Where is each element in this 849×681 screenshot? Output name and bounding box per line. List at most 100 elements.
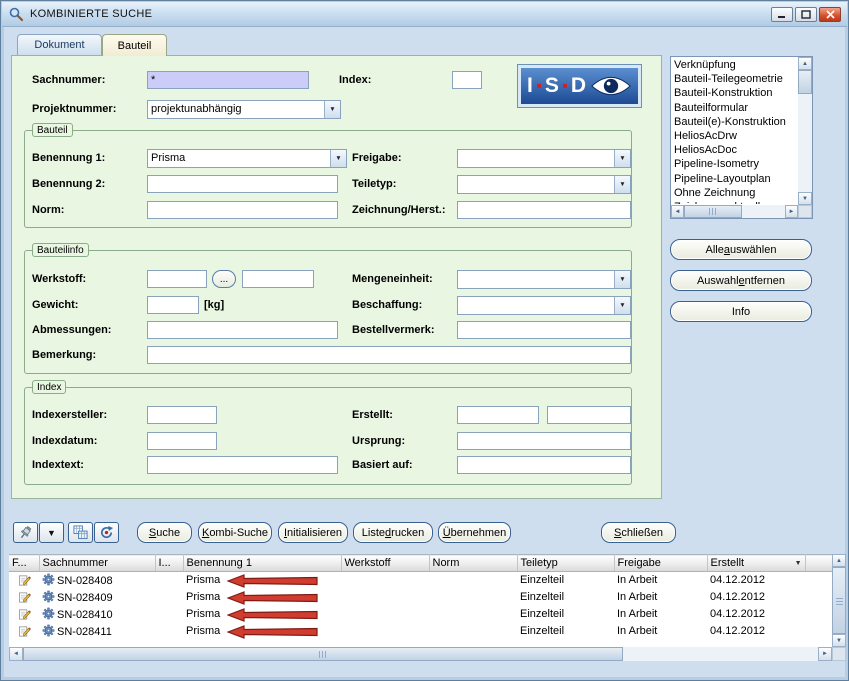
- indextext-input[interactable]: [147, 456, 338, 474]
- werkstoff-browse-button[interactable]: ...: [212, 270, 236, 288]
- table-row[interactable]: SN-028411 Prisma Einzelteil In Arbeit 04…: [9, 623, 832, 640]
- col-norm[interactable]: Norm: [429, 555, 517, 572]
- list-item[interactable]: Bauteil(e)-Konstruktion: [672, 115, 797, 129]
- close-button[interactable]: [819, 7, 841, 22]
- basiert-auf-input[interactable]: [457, 456, 631, 474]
- thumb-grip: [836, 596, 843, 605]
- beschaffung-combobox[interactable]: ▼: [457, 296, 631, 315]
- cell-filler: [805, 606, 832, 623]
- scroll-left-button[interactable]: ◄: [671, 205, 684, 218]
- chevron-down-icon[interactable]: ▼: [324, 101, 340, 118]
- col-werkstoff[interactable]: Werkstoff: [341, 555, 429, 572]
- cell-erstellt: 04.12.2012: [707, 623, 805, 640]
- hscroll-thumb[interactable]: [23, 647, 623, 661]
- refresh-button[interactable]: [94, 522, 119, 543]
- list-item[interactable]: HeliosAcDoc: [672, 143, 797, 157]
- scroll-down-button[interactable]: ▼: [832, 634, 846, 647]
- vscroll-thumb[interactable]: [832, 567, 846, 634]
- gewicht-input[interactable]: [147, 296, 199, 314]
- scroll-right-button[interactable]: ►: [818, 647, 832, 661]
- zeichnung-herst-input[interactable]: [457, 201, 631, 219]
- info-button[interactable]: Info: [670, 301, 812, 322]
- list-item[interactable]: Bauteilformular: [672, 101, 797, 115]
- erstellt-input-2[interactable]: [547, 406, 631, 424]
- list-item[interactable]: Pipeline-Isometry: [672, 157, 797, 171]
- werkstoff-input[interactable]: [147, 270, 207, 288]
- minimize-button[interactable]: [771, 7, 793, 22]
- col-benennung[interactable]: Benennung 1: [183, 555, 341, 572]
- sachnummer-input[interactable]: [147, 71, 309, 89]
- teiletyp-combobox[interactable]: ▼: [457, 175, 631, 194]
- table-row[interactable]: SN-028409 Prisma Einzelteil In Arbeit 04…: [9, 589, 832, 606]
- initialisieren-button[interactable]: Initialisieren: [278, 522, 348, 543]
- list-item[interactable]: Zeichnung aktuell: [672, 200, 797, 204]
- norm-input[interactable]: [147, 201, 338, 219]
- col-index[interactable]: I...: [155, 555, 183, 572]
- freigabe-combobox[interactable]: ▼: [457, 149, 631, 168]
- verknuepfung-header[interactable]: Verknüpfung: [672, 58, 797, 72]
- list-item[interactable]: Pipeline-Layoutplan: [672, 172, 797, 186]
- benennung2-input[interactable]: [147, 175, 338, 193]
- col-freigabe[interactable]: Freigabe: [614, 555, 707, 572]
- scroll-down-button[interactable]: ▼: [798, 192, 812, 205]
- vscroll-thumb[interactable]: [798, 70, 812, 94]
- cell-teiletyp: Einzelteil: [517, 589, 614, 606]
- indexersteller-input[interactable]: [147, 406, 217, 424]
- maximize-button[interactable]: [795, 7, 817, 22]
- chevron-down-icon[interactable]: ▼: [614, 150, 630, 167]
- uebernehmen-button[interactable]: Übernehmen: [438, 522, 511, 543]
- erstellt-input-1[interactable]: [457, 406, 539, 424]
- kombi-suche-button[interactable]: Kombi-Suche: [198, 522, 272, 543]
- col-sachnummer[interactable]: Sachnummer: [39, 555, 155, 572]
- pin-toggle-button[interactable]: [13, 522, 38, 543]
- chevron-down-icon[interactable]: ▼: [330, 150, 346, 167]
- bemerkung-input[interactable]: [147, 346, 631, 364]
- tab-dokument[interactable]: Dokument: [17, 34, 102, 55]
- table-copy-button[interactable]: [68, 522, 93, 543]
- chevron-down-icon[interactable]: ▼: [614, 271, 630, 288]
- list-item[interactable]: HeliosAcDrw: [672, 129, 797, 143]
- scroll-left-button[interactable]: ◄: [9, 647, 23, 661]
- mengeneinheit-combobox[interactable]: ▼: [457, 270, 631, 289]
- liste-drucken-button[interactable]: Liste drucken: [353, 522, 433, 543]
- tab-dokument-label: Dokument: [34, 39, 84, 51]
- scroll-right-button[interactable]: ►: [785, 205, 798, 218]
- list-hscrollbar[interactable]: ◄ ►: [671, 205, 798, 218]
- suche-button[interactable]: Suche: [137, 522, 192, 543]
- alle-auswaehlen-button[interactable]: Alle auswählen: [670, 239, 812, 260]
- col-f[interactable]: F...: [9, 555, 39, 572]
- list-vscrollbar[interactable]: ▲ ▼: [798, 57, 812, 205]
- schliessen-button[interactable]: Schließen: [601, 522, 676, 543]
- abmessungen-input[interactable]: [147, 321, 338, 339]
- col-teiletyp[interactable]: Teiletyp: [517, 555, 614, 572]
- hscroll-thumb[interactable]: [684, 205, 742, 218]
- sort-filter-button[interactable]: ▼: [39, 522, 64, 543]
- indexdatum-input[interactable]: [147, 432, 217, 450]
- col-erstellt[interactable]: Erstellt▼: [707, 555, 805, 572]
- werkstoff-input-2[interactable]: [242, 270, 314, 288]
- bestellvermerk-input[interactable]: [457, 321, 631, 339]
- ursprung-input[interactable]: [457, 432, 631, 450]
- list-item[interactable]: Bauteil-Konstruktion: [672, 86, 797, 100]
- gewicht-label: Gewicht:: [32, 299, 78, 311]
- table-row[interactable]: SN-028408 Prisma Einzelteil In Arbeit 04…: [9, 572, 832, 589]
- maximize-icon: [801, 10, 811, 19]
- index-input[interactable]: [452, 71, 482, 89]
- cell-f: [9, 589, 39, 606]
- chevron-down-icon[interactable]: ▼: [614, 297, 630, 314]
- chevron-down-icon[interactable]: ▼: [614, 176, 630, 193]
- results-vscrollbar[interactable]: ▲ ▼: [832, 554, 846, 647]
- benennung1-combobox[interactable]: Prisma ▼: [147, 149, 347, 168]
- tab-bauteil[interactable]: Bauteil: [102, 34, 167, 56]
- list-item[interactable]: Bauteil-Teilegeometrie: [672, 72, 797, 86]
- scroll-up-button[interactable]: ▲: [832, 554, 846, 567]
- titlebar[interactable]: KOMBINIERTE SUCHE: [2, 2, 847, 27]
- part-gear-icon: [42, 624, 55, 637]
- results-hscrollbar[interactable]: ◄ ►: [9, 647, 832, 661]
- list-item[interactable]: Ohne Zeichnung: [672, 186, 797, 200]
- projektnummer-combobox[interactable]: projektunabhängig ▼: [147, 100, 341, 119]
- auswahl-entfernen-button[interactable]: Auswahl entfernen: [670, 270, 812, 291]
- scroll-up-button[interactable]: ▲: [798, 57, 812, 70]
- werkstoff-label: Werkstoff:: [32, 273, 86, 285]
- table-row[interactable]: SN-028410 Prisma Einzelteil In Arbeit 04…: [9, 606, 832, 623]
